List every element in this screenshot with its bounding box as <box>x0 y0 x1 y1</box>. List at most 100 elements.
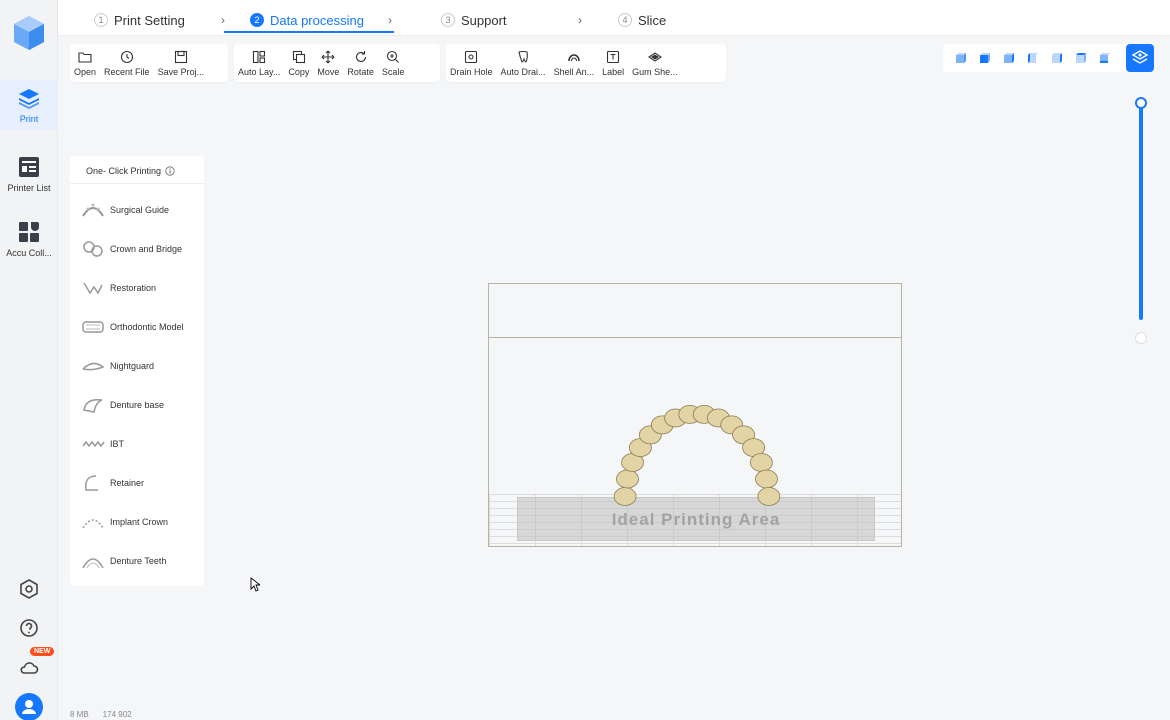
step-slice[interactable]: 4 Slice <box>618 8 666 32</box>
panel-title: One- Click Printing <box>86 166 175 176</box>
one-click-item-retainer[interactable]: Retainer <box>80 470 144 496</box>
panel-divider <box>70 183 204 184</box>
label-button[interactable]: Label <box>598 44 628 82</box>
toolbar-model-tools-group: Drain Hole Auto Drai... Shell An... Labe… <box>446 44 726 82</box>
one-click-item-denture-base[interactable]: Denture base <box>80 392 164 418</box>
item-label: Denture Teeth <box>110 556 167 566</box>
view-left-icon[interactable] <box>1025 50 1041 66</box>
tool-label: Drain Hole <box>450 66 493 77</box>
tool-label: Move <box>317 66 340 77</box>
sidebar-item-label: Printer List <box>7 183 51 193</box>
view-top-icon[interactable] <box>1073 50 1089 66</box>
layer-slider-handle-top[interactable] <box>1135 97 1147 109</box>
restoration-icon <box>83 282 103 295</box>
step-print-setting[interactable]: 1 Print Setting <box>94 8 185 32</box>
user-avatar-icon[interactable] <box>15 693 43 720</box>
cloud-icon[interactable] <box>18 657 40 679</box>
step-number: 2 <box>250 13 264 27</box>
gum-sheet-button[interactable]: Gum She... <box>628 44 682 82</box>
surgical-guide-icon <box>82 203 104 217</box>
view-mode-toggle-button[interactable] <box>1126 44 1154 72</box>
nightguard-icon <box>82 362 105 371</box>
auto-layout-button[interactable]: Auto Lay... <box>234 44 284 82</box>
step-number: 3 <box>441 13 455 27</box>
layer-slider-handle-bottom[interactable] <box>1135 332 1147 344</box>
tooth <box>613 487 637 506</box>
save-icon <box>174 50 187 63</box>
tool-label: Gum She... <box>632 66 678 77</box>
rotate-button[interactable]: Rotate <box>343 44 378 82</box>
step-number: 4 <box>618 13 632 27</box>
chevron-right-icon: › <box>388 13 392 27</box>
item-label: Restoration <box>110 283 157 293</box>
move-icon <box>321 50 335 63</box>
build-volume[interactable]: Ideal Printing Area <box>488 283 902 547</box>
one-click-item-restoration[interactable]: Restoration <box>80 275 156 301</box>
ibt-icon <box>82 440 105 448</box>
sidebar-item-printer-list[interactable]: Printer List <box>0 155 58 193</box>
save-project-button[interactable]: Save Proj... <box>154 44 209 82</box>
copy-button[interactable]: Copy <box>284 44 313 82</box>
tool-label: Save Proj... <box>157 66 205 77</box>
mouse-cursor-icon <box>250 577 260 592</box>
dental-arch-model[interactable] <box>489 284 903 548</box>
view-back-icon[interactable] <box>1001 50 1017 66</box>
panel-title-text: One- Click Printing <box>86 166 162 176</box>
scale-button[interactable]: Scale <box>378 44 409 82</box>
auto-drain-icon <box>518 50 528 63</box>
layers-eye-icon <box>1131 50 1149 64</box>
auto-drain-button[interactable]: Auto Drai... <box>497 44 550 82</box>
toolbar-transform-group: Auto Lay... Copy Move Rotate Scale <box>234 44 440 82</box>
open-button[interactable]: Open <box>70 44 100 82</box>
one-click-item-surgical-guide[interactable]: Surgical Guide <box>80 197 169 223</box>
chevron-right-icon: › <box>221 13 225 27</box>
step-data-processing[interactable]: 2 Data processing <box>250 8 364 32</box>
sidebar-item-accu-collection[interactable]: Accu Coll... <box>0 220 58 258</box>
item-label: Denture base <box>110 400 165 410</box>
printer-list-icon <box>19 157 39 177</box>
view-right-icon[interactable] <box>1049 50 1065 66</box>
help-icon[interactable] <box>18 617 40 639</box>
sidebar-item-label: Print <box>19 114 39 124</box>
one-click-item-orthodontic-model[interactable]: Orthodontic Model <box>80 314 184 340</box>
item-label: Nightguard <box>110 361 155 371</box>
left-sidebar: Print Printer List Accu Coll... NEW <box>0 0 58 720</box>
tool-label: Scale <box>381 66 405 77</box>
gum-sheet-icon <box>647 51 662 62</box>
active-step-underline <box>224 31 394 33</box>
one-click-item-implant-crown[interactable]: Implant Crown <box>80 509 168 535</box>
one-click-item-nightguard[interactable]: Nightguard <box>80 353 154 379</box>
step-support[interactable]: 3 Support <box>441 8 507 32</box>
tool-label: Recent File <box>104 66 150 77</box>
view-iso-icon[interactable] <box>953 50 969 66</box>
tooth <box>616 469 639 489</box>
layer-slider-track[interactable] <box>1139 104 1143 320</box>
info-icon[interactable] <box>165 166 175 176</box>
orthodontic-model-icon <box>82 321 104 333</box>
shell-analysis-button[interactable]: Shell An... <box>550 44 599 82</box>
drain-hole-button[interactable]: Drain Hole <box>446 44 497 82</box>
tooth <box>757 487 781 506</box>
step-label: Print Setting <box>114 12 185 28</box>
one-click-item-denture-teeth[interactable]: Denture Teeth <box>80 548 166 574</box>
tool-label: Copy <box>288 66 310 77</box>
view-bottom-icon[interactable] <box>1097 50 1113 66</box>
item-label: Surgical Guide <box>110 205 170 215</box>
one-click-item-ibt[interactable]: IBT <box>80 431 124 457</box>
toolbar-file-group: Open Recent File Save Proj... <box>70 44 228 82</box>
settings-icon[interactable] <box>18 578 40 600</box>
triangle-count: 174 902 <box>102 710 132 719</box>
one-click-printing-panel: One- Click Printing Surgical Guide Crown… <box>70 156 204 586</box>
crown-bridge-icon <box>83 241 103 257</box>
view-front-icon[interactable] <box>977 50 993 66</box>
one-click-item-crown-and-bridge[interactable]: Crown and Bridge <box>80 236 182 262</box>
recent-file-button[interactable]: Recent File <box>100 44 154 82</box>
move-button[interactable]: Move <box>313 44 343 82</box>
sidebar-item-print[interactable]: Print <box>0 80 58 130</box>
step-label: Data processing <box>270 12 364 28</box>
rotate-icon <box>355 50 366 62</box>
tool-label: Rotate <box>347 66 374 77</box>
item-label: Crown and Bridge <box>110 244 183 254</box>
accu-collection-icon <box>19 222 39 242</box>
sidebar-item-label: Accu Coll... <box>6 248 52 258</box>
